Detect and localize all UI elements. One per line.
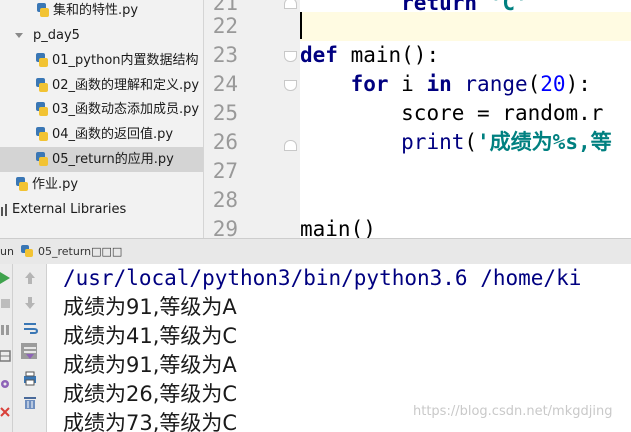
tree-item-external-libraries[interactable]: External Libraries bbox=[0, 197, 203, 222]
console-output-line: 成绩为73,等级为C bbox=[63, 411, 238, 432]
python-file-icon bbox=[35, 53, 49, 67]
python-run-config-icon bbox=[21, 245, 33, 257]
fold-marker-icon[interactable] bbox=[284, 140, 297, 151]
run-toolbar-left bbox=[0, 264, 13, 432]
tree-item-02[interactable]: 02_函数的理解和定义.py bbox=[0, 73, 203, 98]
tree-item-03[interactable]: 03_函数动态添加成员.py bbox=[0, 97, 203, 122]
python-file-icon bbox=[35, 102, 49, 116]
python-file-icon bbox=[36, 3, 50, 17]
run-tool-window-header: un 05_return□□□ bbox=[0, 238, 631, 265]
run-tab-title[interactable]: 05_return□□□ bbox=[38, 239, 122, 264]
tree-item-homework[interactable]: 作业.py bbox=[0, 172, 203, 197]
up-arrow-icon[interactable] bbox=[22, 270, 38, 286]
print-icon[interactable] bbox=[22, 370, 38, 386]
library-icon bbox=[0, 203, 9, 216]
line-number: 24 bbox=[212, 72, 238, 96]
soft-wrap-icon[interactable] bbox=[22, 320, 38, 336]
python-file-icon bbox=[35, 152, 49, 166]
tree-item-label: 02_函数的理解和定义.py bbox=[52, 78, 200, 93]
fold-marker-icon[interactable] bbox=[284, 51, 297, 62]
code-editor[interactable]: return 'C' def main(): for i in range(20… bbox=[300, 0, 631, 238]
trash-icon[interactable] bbox=[22, 394, 38, 410]
watermark: https://blog.csdn.net/mkgdjing bbox=[413, 404, 613, 419]
code-line-22-current bbox=[300, 12, 631, 41]
fold-marker-icon[interactable] bbox=[284, 0, 297, 9]
console-command-line: /usr/local/python3/bin/python3.6 /home/k… bbox=[63, 266, 582, 290]
expand-arrow-icon[interactable] bbox=[15, 33, 23, 38]
code-line-25: score = random.r bbox=[401, 101, 604, 125]
console-output-line: 成绩为91,等级为A bbox=[63, 295, 237, 319]
fold-marker-icon[interactable] bbox=[284, 80, 297, 91]
tree-item-set-features[interactable]: 集和的特性.py bbox=[0, 0, 203, 23]
code-line-26: print('成绩为%s,等 bbox=[401, 130, 612, 154]
line-number: 25 bbox=[212, 101, 238, 125]
tree-item-label: 01_python内置数据结构 bbox=[52, 53, 199, 68]
line-number: 29 bbox=[212, 217, 238, 238]
tree-item-label: 作业.py bbox=[32, 177, 79, 192]
tree-item-01[interactable]: 01_python内置数据结构 bbox=[0, 48, 203, 73]
code-line-23: def main(): bbox=[300, 43, 440, 67]
code-line-24: for i in range(20): bbox=[350, 72, 591, 96]
console-output-line: 成绩为91,等级为A bbox=[63, 353, 237, 377]
run-window-label: un bbox=[0, 245, 14, 258]
line-number: 22 bbox=[212, 14, 238, 38]
tree-item-label: 04_函数的返回值.py bbox=[52, 127, 174, 142]
down-arrow-icon[interactable] bbox=[22, 295, 38, 311]
python-file-icon bbox=[15, 177, 29, 191]
python-file-icon bbox=[35, 127, 49, 141]
scroll-to-end-icon[interactable] bbox=[21, 343, 37, 359]
tree-item-04[interactable]: 04_函数的返回值.py bbox=[0, 122, 203, 147]
code-line-29: main() bbox=[300, 217, 376, 238]
tree-item-label: 05_return的应用.py bbox=[52, 152, 174, 167]
text-caret bbox=[300, 12, 302, 39]
project-tree: 集和的特性.py p_day5 01_python内置数据结构 02_函数的理解… bbox=[0, 0, 204, 238]
console-output-line: 成绩为41,等级为C bbox=[63, 324, 238, 348]
tree-item-label: 集和的特性.py bbox=[53, 3, 139, 18]
tree-item-label: 03_函数动态添加成员.py bbox=[52, 102, 200, 117]
line-number: 27 bbox=[212, 159, 238, 183]
line-number: 23 bbox=[212, 43, 238, 67]
console-output-line: 成绩为26,等级为C bbox=[63, 382, 238, 406]
line-number: 28 bbox=[212, 188, 238, 212]
python-file-icon bbox=[35, 78, 49, 92]
tree-item-p-day5[interactable]: p_day5 bbox=[0, 23, 203, 48]
tree-item-05[interactable]: 05_return的应用.py bbox=[0, 147, 203, 172]
editor-gutter: 21 22 23 24 25 26 27 28 29 bbox=[204, 0, 301, 238]
tree-item-label: p_day5 bbox=[33, 28, 80, 43]
run-toolbar-right bbox=[13, 264, 47, 432]
line-number: 26 bbox=[212, 130, 238, 154]
tree-item-label: External Libraries bbox=[12, 202, 127, 217]
